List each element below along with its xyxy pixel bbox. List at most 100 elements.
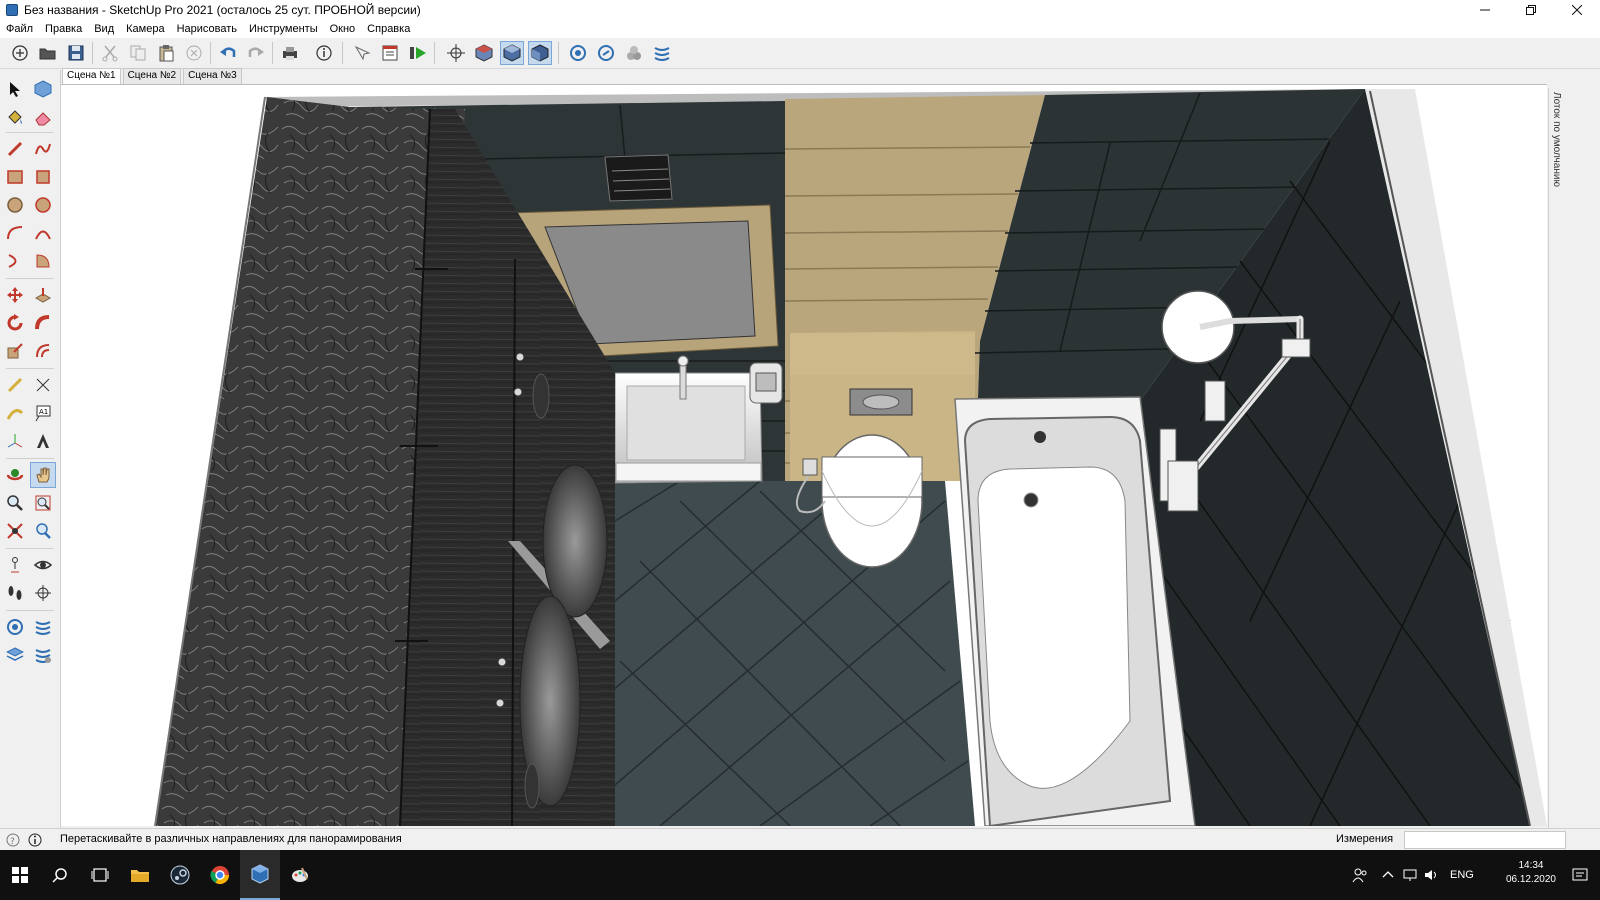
menu-tools[interactable]: Инструменты	[243, 23, 324, 35]
redo-button[interactable]	[244, 41, 268, 65]
orbit-button[interactable]	[2, 462, 28, 488]
restore-button[interactable]	[1508, 0, 1554, 20]
arc-tool-button[interactable]	[2, 220, 28, 246]
save-button[interactable]	[64, 41, 88, 65]
open-button[interactable]	[36, 41, 60, 65]
protractor-button[interactable]	[2, 400, 28, 426]
previous-view-icon	[36, 523, 51, 539]
extension-manager-button[interactable]	[30, 642, 56, 668]
select-tool-button[interactable]	[2, 76, 28, 102]
scene-tab-1[interactable]: Сцена №1	[62, 68, 121, 84]
clock[interactable]: 14:34 06.12.2020	[1506, 859, 1556, 887]
model-info-button[interactable]	[312, 41, 336, 65]
geo-location-icon[interactable]: ?	[6, 833, 20, 847]
scale-tool-button[interactable]	[2, 338, 28, 364]
rotated-rectangle-button[interactable]	[30, 164, 56, 190]
task-view-button[interactable]	[80, 850, 120, 900]
menu-draw[interactable]: Нарисовать	[171, 23, 243, 35]
axes-button[interactable]	[444, 41, 468, 65]
push-pull-button[interactable]	[30, 282, 56, 308]
play-animation-button[interactable]	[406, 41, 430, 65]
default-tray[interactable]: Лоток по умолчанию	[1548, 88, 1571, 828]
line-tool-button[interactable]	[2, 136, 28, 162]
cut-button[interactable]	[98, 41, 122, 65]
section-plane-button[interactable]	[30, 580, 56, 606]
look-around-button[interactable]	[30, 552, 56, 578]
position-camera-button[interactable]	[2, 552, 28, 578]
chrome-button[interactable]	[200, 850, 240, 900]
dimension-button[interactable]	[30, 372, 56, 398]
rotate-tool-button[interactable]	[2, 310, 28, 336]
new-file-button[interactable]	[8, 41, 32, 65]
info-icon[interactable]	[28, 833, 42, 847]
close-button[interactable]	[1554, 0, 1600, 20]
previous-view-button[interactable]	[30, 518, 56, 544]
move-tool-button[interactable]	[2, 282, 28, 308]
people-icon[interactable]	[1352, 867, 1368, 883]
follow-me-button[interactable]	[30, 310, 56, 336]
textured-view-button[interactable]	[528, 41, 552, 65]
scene-tab-2[interactable]: Сцена №2	[122, 68, 182, 84]
print-button[interactable]	[278, 41, 302, 65]
menu-view[interactable]: Вид	[88, 23, 120, 35]
freehand-tool-button[interactable]	[30, 136, 56, 162]
paint-bucket-button[interactable]	[2, 104, 28, 130]
menu-edit[interactable]: Правка	[39, 23, 88, 35]
make-component-button[interactable]	[30, 76, 56, 102]
rectangle-tool-button[interactable]	[2, 164, 28, 190]
3d-warehouse-button[interactable]	[566, 41, 590, 65]
circle-tool-button[interactable]	[2, 192, 28, 218]
copy-button[interactable]	[126, 41, 150, 65]
layout-button[interactable]	[2, 642, 28, 668]
zoom-button[interactable]	[2, 490, 28, 516]
generate-report-button[interactable]	[350, 41, 374, 65]
polygon-tool-button[interactable]	[30, 192, 56, 218]
search-button[interactable]	[40, 850, 80, 900]
scene-tab-3[interactable]: Сцена №3	[183, 68, 242, 84]
extension-warehouse-button[interactable]	[650, 41, 674, 65]
warehouse-left-button[interactable]	[2, 614, 28, 640]
pan-button[interactable]	[30, 462, 56, 488]
three-point-arc-button[interactable]	[2, 248, 28, 274]
extension-left-button[interactable]	[30, 614, 56, 640]
chevron-up-icon[interactable]	[1382, 869, 1394, 881]
file-explorer-button[interactable]	[120, 850, 160, 900]
network-icon[interactable]	[1402, 868, 1418, 882]
language-indicator[interactable]: ENG	[1450, 869, 1474, 881]
share-component-button[interactable]	[622, 41, 646, 65]
undo-button[interactable]	[216, 41, 240, 65]
two-point-arc-button[interactable]	[30, 220, 56, 246]
menu-file[interactable]: Файл	[0, 23, 39, 35]
scene-manager-button[interactable]	[378, 41, 402, 65]
model-viewport[interactable]	[61, 84, 1547, 826]
zoom-extents-button[interactable]	[2, 518, 28, 544]
offset-tool-button[interactable]	[30, 338, 56, 364]
freehand-icon	[35, 143, 51, 155]
start-button[interactable]	[0, 850, 40, 900]
iso-view-button[interactable]	[472, 41, 496, 65]
volume-icon[interactable]	[1424, 868, 1440, 882]
measurements-input[interactable]	[1404, 831, 1566, 849]
pie-tool-button[interactable]	[30, 248, 56, 274]
shaded-view-button[interactable]	[500, 41, 524, 65]
menu-help[interactable]: Справка	[361, 23, 416, 35]
zoom-window-button[interactable]	[30, 490, 56, 516]
erase-button[interactable]	[182, 41, 206, 65]
share-model-button[interactable]	[594, 41, 618, 65]
steam-button[interactable]	[160, 850, 200, 900]
walk-button[interactable]	[2, 580, 28, 606]
menu-window[interactable]: Окно	[324, 23, 362, 35]
eraser-button[interactable]	[30, 104, 56, 130]
tape-measure-button[interactable]	[2, 372, 28, 398]
text-tool-button[interactable]: A1	[30, 400, 56, 426]
paste-button[interactable]	[154, 41, 178, 65]
menu-camera[interactable]: Камера	[120, 23, 170, 35]
window-controls	[1462, 0, 1600, 20]
axes-tool-button[interactable]	[2, 428, 28, 454]
minimize-button[interactable]	[1462, 0, 1508, 20]
sketchup-taskbar-button[interactable]	[240, 850, 280, 900]
notifications-button[interactable]	[1560, 850, 1600, 900]
3d-text-button[interactable]	[30, 428, 56, 454]
paint-app-button[interactable]	[280, 850, 320, 900]
title-bar: Без названия - SketchUp Pro 2021 (остало…	[0, 0, 1600, 20]
